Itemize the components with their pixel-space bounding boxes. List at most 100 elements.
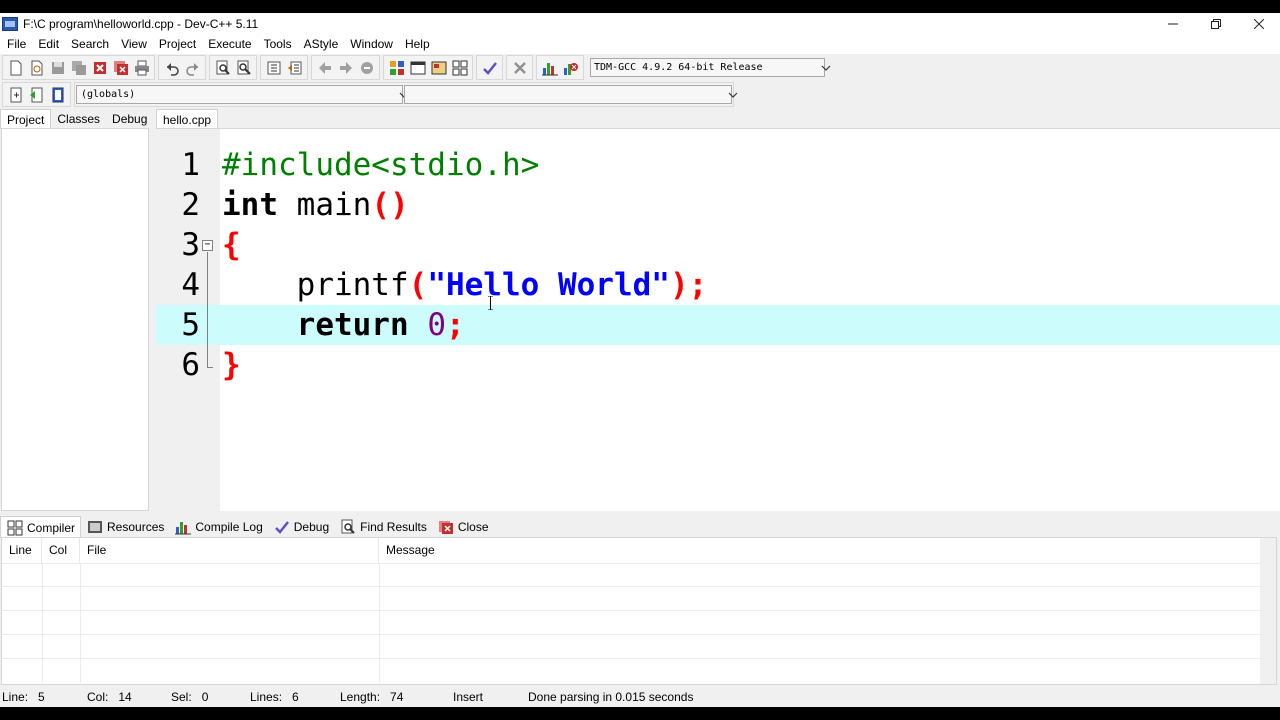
save-all-button[interactable]	[68, 57, 89, 78]
code-token: (	[408, 267, 428, 303]
toggle-fullscreen-button[interactable]	[407, 57, 428, 78]
menu-project[interactable]: Project	[153, 35, 202, 54]
status-sel-label: Sel:	[171, 690, 192, 704]
menu-astyle[interactable]: AStyle	[298, 35, 345, 54]
go-back-button[interactable]	[314, 57, 335, 78]
menu-window[interactable]: Window	[344, 35, 399, 54]
new-file-button[interactable]	[5, 57, 26, 78]
menu-execute[interactable]: Execute	[202, 35, 257, 54]
menu-file[interactable]: File	[1, 35, 32, 54]
toggle-project-button[interactable]	[386, 57, 407, 78]
tab-debug[interactable]: Debug	[106, 109, 153, 129]
arrow-left-icon	[318, 61, 331, 74]
grid-line	[2, 610, 1262, 611]
code-line[interactable]: 1 #include<stdio.h>	[156, 145, 1280, 185]
replace-icon	[237, 60, 251, 75]
grid-line	[2, 586, 1262, 587]
bar-chart-icon	[175, 522, 192, 535]
project-browser[interactable]	[1, 128, 149, 511]
code-token: "Hello World"	[427, 267, 670, 303]
code-token: int	[222, 187, 278, 223]
tab-project[interactable]: Project	[0, 109, 52, 129]
code-token: #include<stdio.h>	[222, 147, 540, 183]
close-window-button[interactable]	[1237, 13, 1280, 35]
delete-profile-button[interactable]	[560, 57, 581, 78]
find-button[interactable]	[212, 57, 233, 78]
status-length-label: Length:	[340, 690, 381, 704]
menu-tools[interactable]: Tools	[258, 35, 298, 54]
column-header-file[interactable]: File	[80, 538, 379, 563]
tab-compile-log-label: Compile Log	[195, 520, 263, 534]
unindent-button[interactable]	[284, 57, 305, 78]
member-select[interactable]	[404, 85, 738, 104]
close-file-button[interactable]	[89, 57, 110, 78]
fold-line	[207, 252, 208, 367]
column-header-line[interactable]: Line	[2, 538, 42, 563]
add-to-project-icon	[10, 87, 21, 102]
tab-classes[interactable]: Classes	[51, 109, 106, 129]
go-forward-button[interactable]	[335, 57, 356, 78]
column-header-message[interactable]: Message	[379, 538, 1262, 563]
fold-end-marker	[207, 367, 213, 368]
profile-button[interactable]	[539, 57, 560, 78]
menu-search[interactable]: Search	[65, 35, 115, 54]
grid-line	[379, 563, 380, 683]
stop-execution-button[interactable]	[509, 57, 530, 78]
tab-resources-label: Resources	[107, 520, 165, 534]
remove-from-project-button[interactable]	[26, 84, 47, 105]
devcpp-app-icon	[2, 17, 18, 31]
code-line[interactable]: 5 return 0;	[156, 305, 1280, 345]
resources-icon	[88, 521, 103, 533]
project-toolbar-group	[2, 82, 71, 107]
restore-button[interactable]	[1194, 13, 1237, 35]
tab-hello-cpp[interactable]: hello.cpp	[156, 109, 219, 129]
close-all-button[interactable]	[110, 57, 131, 78]
class-toolbar: (globals)	[0, 81, 750, 108]
indent-button[interactable]	[263, 57, 284, 78]
goto-line-button[interactable]	[356, 57, 377, 78]
tab-find-results[interactable]: Find Results	[334, 516, 432, 538]
compiler-messages-table[interactable]: Line Col File Message	[1, 537, 1277, 685]
status-message: Done parsing in 0.015 seconds	[528, 690, 694, 704]
tab-compiler[interactable]: Compiler	[0, 516, 82, 538]
column-header-col[interactable]: Col	[42, 538, 80, 563]
save-all-icon	[71, 60, 86, 75]
redo-button[interactable]	[182, 57, 203, 78]
menu-view[interactable]: View	[115, 35, 153, 54]
tab-resources[interactable]: Resources	[81, 516, 169, 538]
code-editor[interactable]: 1 #include<stdio.h> 2 int main() 3{4 printf(…	[156, 128, 1280, 512]
undo-button[interactable]	[161, 57, 182, 78]
fold-toggle[interactable]: −	[202, 240, 213, 251]
save-button[interactable]	[47, 57, 68, 78]
code-line[interactable]: 6}	[156, 345, 1280, 385]
open-file-button[interactable]	[26, 57, 47, 78]
code-line[interactable]: 2 int main()	[156, 185, 1280, 225]
tab-compile-log[interactable]: Compile Log	[169, 516, 267, 538]
menu-edit[interactable]: Edit	[32, 35, 65, 54]
tile-windows-button[interactable]	[449, 57, 470, 78]
code-text: #include<stdio.h>	[222, 145, 539, 185]
indent-toolbar-group	[260, 55, 308, 80]
status-sel: Sel: 0	[171, 687, 208, 707]
replace-button[interactable]	[233, 57, 254, 78]
close-panel-button[interactable]: Close	[432, 516, 494, 538]
add-to-project-button[interactable]	[5, 84, 26, 105]
syntax-check-button[interactable]	[479, 57, 500, 78]
code-line[interactable]: 3{	[156, 225, 1280, 265]
project-options-button[interactable]	[47, 84, 68, 105]
status-lines: Lines: 6	[250, 687, 299, 707]
code-line[interactable]: 4 printf("Hello World");	[156, 265, 1280, 305]
bookmark-toolbar-group	[311, 55, 380, 80]
print-button[interactable]	[131, 57, 152, 78]
close-all-icon	[113, 60, 128, 75]
menu-help[interactable]: Help	[399, 35, 436, 54]
status-col-value: 14	[118, 690, 132, 704]
toolbars-icon	[431, 61, 446, 74]
vertical-scrollbar[interactable]	[1260, 538, 1276, 684]
tab-debug-output[interactable]: Debug	[268, 516, 334, 538]
toggle-toolbars-button[interactable]	[428, 57, 449, 78]
letterbox-top	[0, 0, 1280, 13]
minimize-button[interactable]	[1151, 13, 1194, 35]
compiler-select[interactable]: TDM-GCC 4.9.2 64-bit Release	[590, 58, 831, 77]
scope-select[interactable]: (globals)	[76, 85, 409, 104]
